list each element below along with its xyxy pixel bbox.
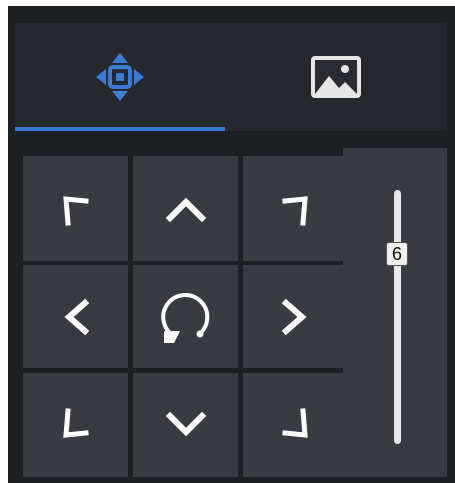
tab-bar [15,23,447,131]
arrow-down-left-icon [62,408,89,438]
tab-ptz[interactable] [15,23,225,131]
chevron-down-icon [165,411,206,437]
arrow-up-left-icon [62,195,89,226]
pan-left-button[interactable] [23,265,128,368]
tilt-up-button[interactable] [133,156,238,261]
chevron-right-icon [281,298,307,335]
pan-down-right-button[interactable] [243,373,347,477]
active-tab-indicator [15,127,225,131]
move-arrows-icon [96,53,144,101]
pan-up-left-button[interactable] [23,156,128,261]
speed-slider-thumb[interactable]: 6 [386,242,408,266]
pan-right-button[interactable] [243,265,347,368]
rotate-icon [160,292,209,343]
auto-rotate-button[interactable] [133,265,238,368]
arrow-up-right-icon [282,195,308,226]
pan-up-right-button[interactable] [243,156,347,261]
tilt-down-button[interactable] [133,373,238,477]
tab-image[interactable] [225,23,447,131]
chevron-left-icon [63,298,89,335]
chevron-up-icon [165,197,206,222]
arrow-down-right-icon [282,408,308,438]
pan-down-left-button[interactable] [23,373,128,477]
image-icon [311,56,361,98]
speed-slider-track[interactable] [394,190,401,444]
